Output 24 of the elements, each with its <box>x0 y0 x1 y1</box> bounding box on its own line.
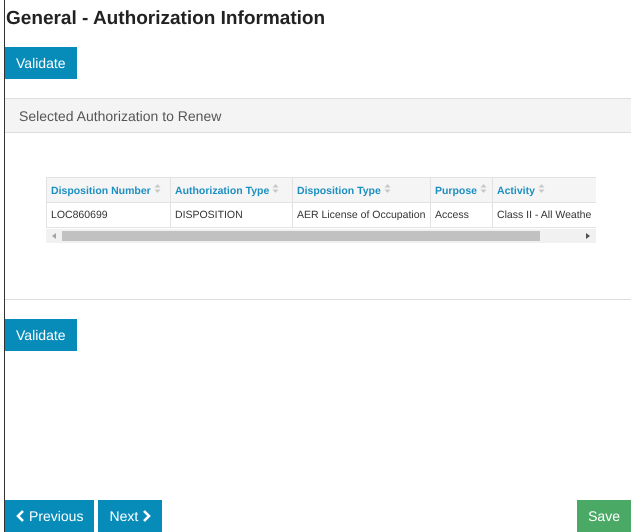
table-cell: Access <box>430 202 492 228</box>
page-title: General - Authorization Information <box>5 7 326 31</box>
sort-icon <box>272 183 280 194</box>
sort-icon <box>538 183 545 194</box>
validate-button[interactable]: Validate <box>5 319 77 351</box>
next-button[interactable]: Next <box>98 500 162 532</box>
table-cell: DISPOSITION <box>170 202 292 228</box>
previous-button[interactable]: Previous <box>5 500 94 532</box>
column-header[interactable]: Disposition Type <box>292 178 430 202</box>
column-header[interactable]: Purpose <box>430 178 492 202</box>
column-header[interactable]: Disposition Number <box>46 178 170 202</box>
chevron-left-icon <box>16 510 25 522</box>
table-cell: AER License of Occupation <box>292 202 430 228</box>
sort-icon <box>480 183 488 194</box>
column-header[interactable]: Activity <box>492 178 596 202</box>
save-button[interactable]: Save <box>577 500 631 532</box>
table-cell: LOC860699 <box>46 202 170 228</box>
chevron-right-icon <box>142 510 152 522</box>
sort-icon <box>154 183 161 194</box>
panel-heading: Selected Authorization to Renew <box>19 108 222 124</box>
column-header[interactable]: Authorization Type <box>170 178 292 202</box>
validate-button[interactable]: Validate <box>5 47 77 79</box>
sort-icon <box>384 183 391 194</box>
horizontal-scrollbar[interactable] <box>46 229 596 243</box>
